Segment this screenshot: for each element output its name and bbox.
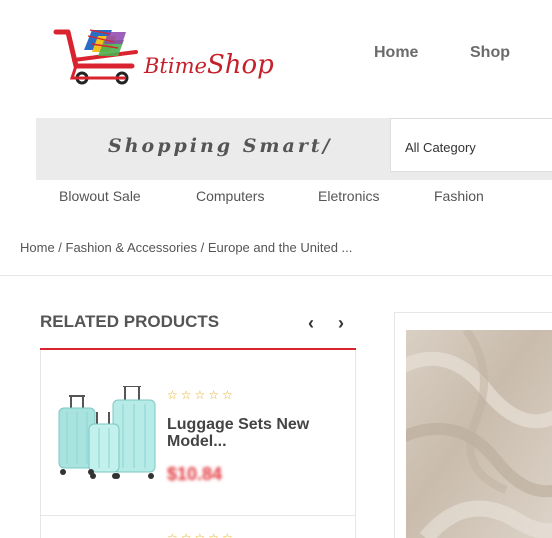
shopping-cart-icon [53,29,138,85]
site-logo[interactable]: BtimeShop [52,26,274,90]
logo-text-a: Btime [144,54,207,78]
related-products-title: RELATED PRODUCTS [40,312,220,331]
product-main-image[interactable] [406,330,552,538]
category-select-value: All Category [405,140,476,155]
menu-item-computers[interactable]: Computers [196,188,264,204]
divider [0,275,552,276]
nav-home[interactable]: Home [374,44,418,62]
menu-item-electronics[interactable]: Eletronics [318,188,379,204]
fabric-image [406,330,552,538]
product-card[interactable]: ☆☆☆☆☆ Luggage Sets New Model... $10.84 [40,350,356,516]
breadcrumb[interactable]: Home / Fashion & Accessories / Europe an… [20,240,352,255]
rating-stars: ☆☆☆☆☆ [167,531,236,538]
product-name[interactable]: Luggage Sets New Model... [167,416,357,450]
nav-shop[interactable]: Shop [470,44,510,62]
site-header: BtimeShop Home Shop [0,0,552,118]
menu-item-blowout-sale[interactable]: Blowout Sale [59,188,141,204]
product-price: $10.84 [167,464,223,484]
menu-item-fashion[interactable]: Fashion [434,188,484,204]
prev-arrow-icon[interactable]: ‹ [308,313,314,334]
product-card[interactable]: ☆☆☆☆☆ [40,515,356,538]
category-select[interactable]: All Category [390,118,552,172]
logo-text-b: Shop [206,50,274,80]
slogan: Shopping Smart/ [108,135,333,157]
next-arrow-icon[interactable]: › [338,313,344,334]
rating-stars: ☆☆☆☆☆ [167,388,236,402]
luggage-icon [58,386,156,479]
logo-text: BtimeShop [144,50,274,80]
